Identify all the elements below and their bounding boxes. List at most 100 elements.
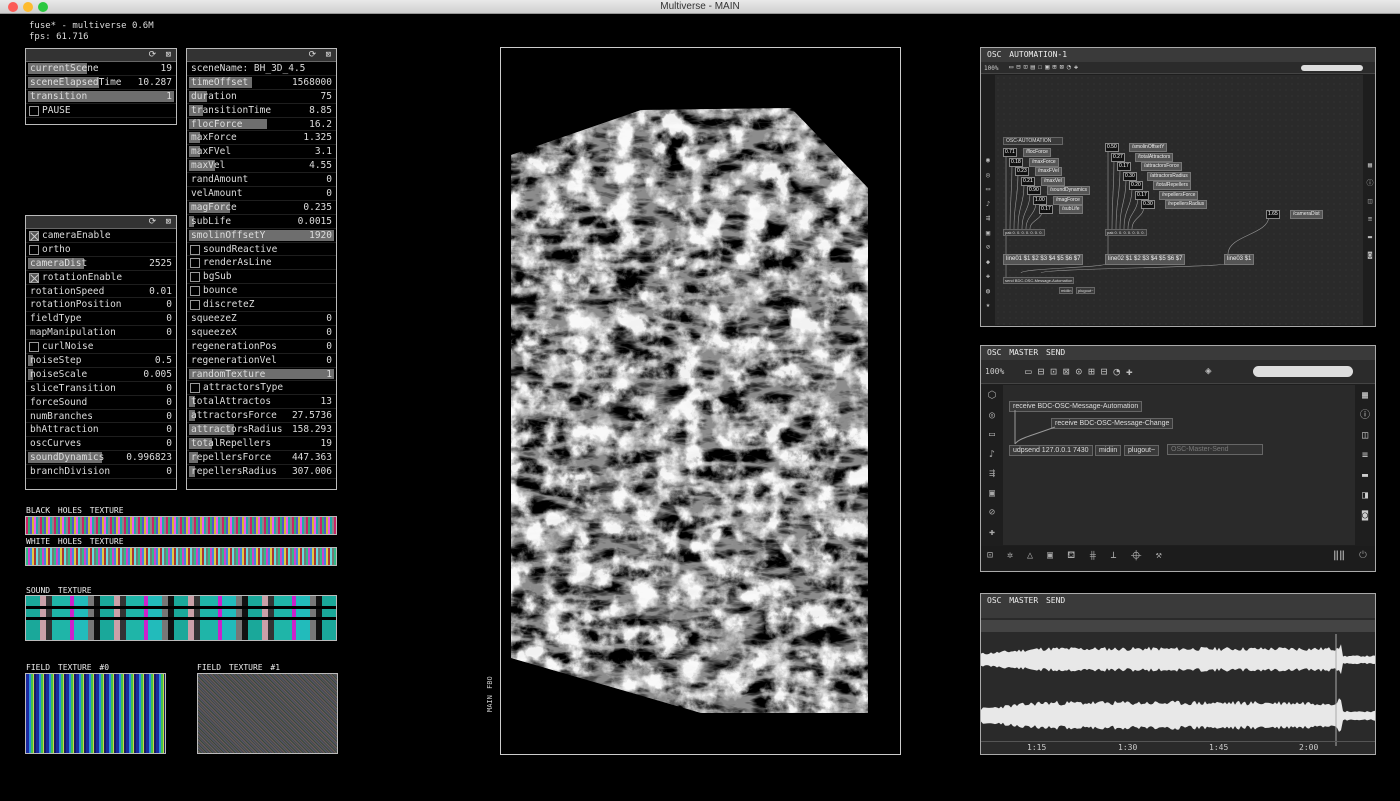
number-box[interactable]: 0.30: [1141, 200, 1155, 209]
param-row[interactable]: magForce 0.235: [187, 201, 336, 215]
param-row[interactable]: currentScene 19: [26, 62, 176, 76]
param-row[interactable]: sceneName: BH_3D_4.5: [187, 62, 336, 76]
param-row[interactable]: bhAttraction 0: [26, 423, 176, 438]
line-message[interactable]: line01 $1 $2 $3 $4 $5 $6 $7: [1003, 254, 1084, 265]
pak-object[interactable]: pak 0. 0. 0. 0. 0. 0. 0.: [1003, 229, 1045, 236]
param-row[interactable]: cameraDist 2525: [26, 257, 176, 271]
param-row[interactable]: squeezeX 0: [187, 326, 336, 340]
param-row[interactable]: ortho: [26, 243, 176, 257]
param-row[interactable]: sceneElapsedTime 10.287: [26, 76, 176, 90]
param-row[interactable]: randomTexture 1: [187, 368, 336, 382]
param-row[interactable]: forceSound 0: [26, 396, 176, 410]
number-box[interactable]: 0.21: [1021, 176, 1035, 186]
param-row[interactable]: subLife 0.0015: [187, 215, 336, 229]
param-row[interactable]: randAmount 0: [187, 173, 336, 188]
param-row[interactable]: transition 1: [26, 90, 176, 104]
param-row[interactable]: PAUSE: [26, 104, 176, 118]
param-row[interactable]: maxForce 1.325: [187, 131, 336, 146]
param-row[interactable]: branchDivision 0: [26, 465, 176, 480]
param-row[interactable]: totalAttractos 13: [187, 395, 336, 410]
checkbox[interactable]: [190, 258, 200, 269]
param-row[interactable]: attractorsForce 27.5736: [187, 409, 336, 424]
param-row[interactable]: numBranches 0: [26, 410, 176, 424]
mixer-icon[interactable]: ‖‖: [1333, 550, 1345, 561]
checkbox[interactable]: [190, 383, 200, 394]
pak-object[interactable]: pak 0. 0. 0. 0. 0. 0. 0.: [1105, 229, 1147, 236]
param-row[interactable]: soundReactive: [187, 243, 336, 257]
plugout-object[interactable]: plugout~: [1076, 287, 1096, 294]
bottom-tool-icons[interactable]: ⊡✲△▣⛾⋕⊥⌖⚒: [987, 550, 1176, 563]
osc-address-message[interactable]: /totalRepellers: [1153, 181, 1191, 190]
number-box[interactable]: 0.90: [1027, 186, 1041, 195]
number-box[interactable]: 0.18: [1009, 157, 1023, 167]
checkbox[interactable]: [29, 231, 39, 241]
line-message[interactable]: line02 $1 $2 $3 $4 $5 $6 $7: [1105, 254, 1186, 265]
checkbox[interactable]: [29, 105, 39, 116]
param-row[interactable]: rotationPosition 0: [26, 298, 176, 313]
main-fbo-viewport[interactable]: [500, 47, 901, 755]
number-box[interactable]: 0.71: [1003, 148, 1017, 157]
param-row[interactable]: regenerationVel 0: [187, 354, 336, 368]
checkbox[interactable]: [29, 244, 39, 255]
number-box[interactable]: 0.17: [1039, 205, 1053, 214]
param-row[interactable]: duration 75: [187, 90, 336, 104]
param-row[interactable]: regenerationPos 0: [187, 340, 336, 354]
param-row[interactable]: renderAsLine: [187, 256, 336, 271]
param-row[interactable]: attractorsType: [187, 381, 336, 396]
param-row[interactable]: bgSub: [187, 270, 336, 285]
osc-address-message[interactable]: /maxFVel: [1035, 167, 1062, 176]
param-row[interactable]: noiseStep 0.5: [26, 354, 176, 368]
osc-address-message[interactable]: /totalAttractors: [1135, 152, 1174, 162]
power-icon[interactable]: ⏻: [1359, 550, 1367, 561]
param-row[interactable]: oscCurves 0: [26, 437, 176, 452]
param-row[interactable]: totalRepellers 19: [187, 437, 336, 451]
param-row[interactable]: repellersForce 447.363: [187, 451, 336, 465]
osc-address-message[interactable]: /maxForce: [1029, 157, 1059, 167]
osc-address-message[interactable]: /flocForce: [1023, 148, 1051, 157]
audio-waveform[interactable]: [981, 634, 1375, 746]
param-row[interactable]: flocForce 16.2: [187, 118, 336, 132]
line-message[interactable]: line03 $1: [1224, 254, 1255, 265]
osc-address-message[interactable]: /magForce: [1053, 195, 1083, 205]
osc-address-message[interactable]: /attractorsRadius: [1147, 171, 1191, 181]
number-box[interactable]: 0.17: [1135, 190, 1149, 200]
osc-address-message[interactable]: /maxVel: [1041, 176, 1065, 186]
param-row[interactable]: maxFVel 3.1: [187, 145, 336, 160]
param-row[interactable]: smolinOffsetY 1920: [187, 229, 336, 243]
param-row[interactable]: noiseScale 0.005: [26, 368, 176, 382]
param-row[interactable]: mapManipulation 0: [26, 326, 176, 341]
param-row[interactable]: attractorsRadius 158.293: [187, 423, 336, 438]
number-box[interactable]: 0.50: [1105, 143, 1119, 152]
osc-address-message[interactable]: /cameraDist: [1290, 210, 1323, 219]
refresh-save-icon[interactable]: ⟳ ⊠: [309, 50, 333, 60]
param-row[interactable]: cameraEnable: [26, 229, 176, 243]
checkbox[interactable]: [190, 244, 200, 255]
param-row[interactable]: timeOffset 1568000: [187, 76, 336, 90]
number-box[interactable]: 0.23: [1015, 167, 1029, 176]
osc-address-message[interactable]: /attractorsForce: [1141, 162, 1183, 171]
param-row[interactable]: fieldType 0: [26, 312, 176, 327]
number-box[interactable]: 0.27: [1111, 152, 1125, 162]
param-row[interactable]: transitionTime 8.85: [187, 104, 336, 118]
param-row[interactable]: repellersRadius 307.006: [187, 465, 336, 479]
send-object[interactable]: send BDC-OSC-Message-Automation: [1003, 277, 1075, 284]
param-row[interactable]: maxVel 4.55: [187, 159, 336, 174]
param-row[interactable]: bounce: [187, 284, 336, 299]
osc-address-message[interactable]: /repellersRadius: [1165, 200, 1208, 209]
osc-address-message[interactable]: /subLife: [1059, 205, 1083, 214]
param-row[interactable]: rotationEnable: [26, 271, 176, 285]
checkbox[interactable]: [190, 300, 200, 311]
number-box[interactable]: 1.65: [1266, 210, 1280, 219]
osc-automation-header-object[interactable]: OSC-AUTOMATION: [1003, 137, 1063, 145]
refresh-save-icon[interactable]: ⟳ ⊠: [149, 217, 173, 227]
param-row[interactable]: soundDynamics 0.996823: [26, 451, 176, 466]
osc-address-message[interactable]: /smolinOffsetY: [1129, 143, 1168, 152]
refresh-save-icon[interactable]: ⟳ ⊠: [149, 50, 173, 60]
param-row[interactable]: rotationSpeed 0.01: [26, 285, 176, 299]
osc-address-message[interactable]: /soundDynamics: [1047, 186, 1090, 195]
checkbox[interactable]: [29, 342, 39, 353]
param-row[interactable]: curlNoise: [26, 340, 176, 355]
checkbox[interactable]: [190, 272, 200, 283]
number-box[interactable]: 1.00: [1033, 195, 1047, 205]
osc-address-message[interactable]: /repellersForce: [1159, 190, 1199, 200]
